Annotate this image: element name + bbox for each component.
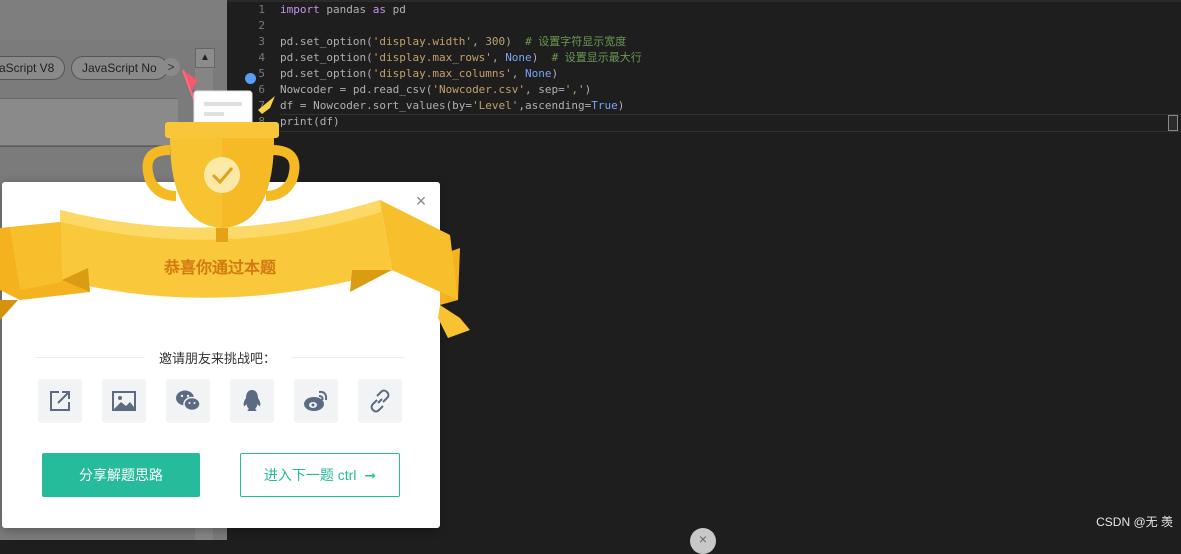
arrow-right-icon: ➞: [364, 467, 377, 483]
link-icon: [370, 389, 390, 413]
watermark: CSDN @无 羡: [1096, 515, 1173, 529]
share-external-button[interactable]: [38, 379, 82, 423]
code-token: ): [505, 35, 526, 48]
code-text: import pandas as pd: [280, 2, 406, 18]
share-weibo-button[interactable]: [294, 379, 338, 423]
divider: [35, 357, 145, 358]
code-token: 'Level': [472, 99, 519, 112]
invite-label: 邀请朋友来挑战吧：: [158, 351, 276, 366]
code-token: pandas: [319, 3, 373, 16]
banner-congrats-title: 恭喜你通过本题: [163, 260, 276, 277]
code-token: # 设置显示最大行: [551, 51, 642, 64]
code-token: as: [372, 3, 386, 16]
next-question-button[interactable]: 进入下一题 ctrl ➞: [240, 453, 400, 497]
divider: [292, 357, 404, 358]
line-number: 3: [258, 35, 265, 48]
code-token: True: [591, 99, 618, 112]
code-token: ): [531, 51, 552, 64]
line-number: 2: [258, 19, 265, 32]
code-token: ,: [491, 51, 506, 64]
share-solution-button[interactable]: 分享解题思路: [42, 453, 200, 497]
close-icon[interactable]: ×: [412, 192, 430, 210]
code-token: ,ascending=: [518, 99, 592, 112]
code-line[interactable]: 3 pd.set_option('display.width', 300) # 设…: [227, 34, 1181, 50]
weibo-icon: [304, 390, 328, 411]
code-token: None: [505, 51, 532, 64]
share-wechat-button[interactable]: [166, 379, 210, 423]
share-external-icon: [50, 391, 70, 411]
share-link-button[interactable]: [358, 379, 402, 423]
code-line[interactable]: 1 import pandas as pd: [227, 2, 1181, 18]
next-question-label: 进入下一题 ctrl: [263, 467, 357, 483]
code-token: ): [551, 67, 559, 80]
code-token: import: [280, 3, 320, 16]
share-image-button[interactable]: [102, 379, 146, 423]
code-token: , sep=: [525, 83, 565, 96]
line-number: 1: [258, 3, 265, 16]
share-qq-button[interactable]: [230, 379, 274, 423]
code-token: 300: [485, 35, 506, 48]
wechat-icon: [176, 390, 201, 412]
trophy-banner-illustration: [0, 69, 470, 338]
code-token: ): [617, 99, 625, 112]
code-token: # 设置字符显示宽度: [525, 35, 627, 48]
qq-icon: [243, 390, 261, 411]
code-text: pd.set_option('display.width', 300) # 设置…: [280, 34, 626, 50]
image-icon: [112, 391, 136, 411]
code-token: ,: [511, 67, 526, 80]
editor-cursor-marker: [1168, 115, 1178, 131]
code-token: pd: [385, 3, 406, 16]
code-token: ',': [564, 83, 585, 96]
code-token: pd.set_option(: [280, 35, 373, 48]
code-token: 'display.width': [372, 35, 473, 48]
code-token: None: [525, 67, 552, 80]
code-line[interactable]: 2: [227, 18, 1181, 34]
code-token: ,: [472, 35, 486, 48]
code-token: ): [584, 83, 592, 96]
left-toolbar: [0, 0, 227, 40]
bottom-close-icon[interactable]: ×: [690, 528, 716, 554]
